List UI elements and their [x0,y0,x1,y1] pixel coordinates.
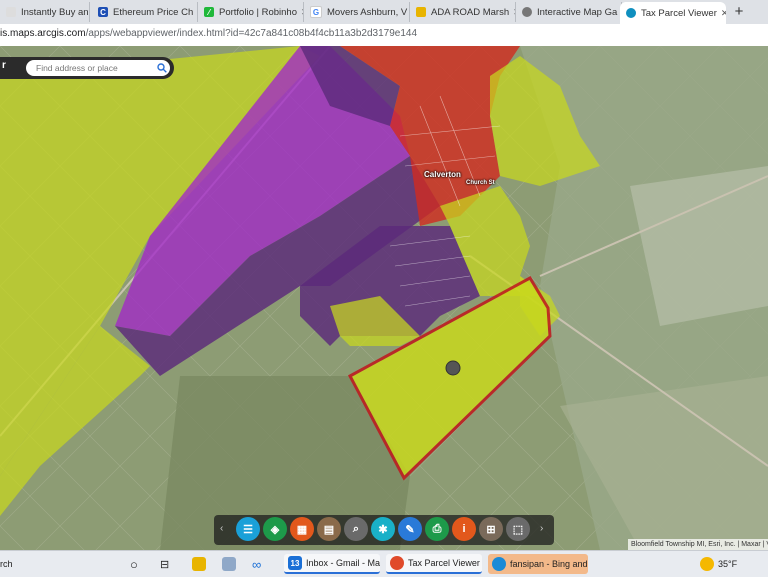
tab-label: Ethereum Price Ch [113,6,194,18]
taskbar-app-label: Tax Parcel Viewer - [408,558,482,568]
tab-instantly-buy[interactable]: Instantly Buy and S ✕ [0,2,90,22]
edge-icon [492,557,506,571]
widget-toolbar: ‹ ☰ ◈ ▦ ▤ ⌕ ✱ ✎ ⎙ i ⊞ ⬚ › [214,515,554,545]
browser-tab-bar: Instantly Buy and S ✕ C Ethereum Price C… [0,0,768,24]
search-icon[interactable] [154,60,170,76]
taskbar-app-chrome[interactable]: Tax Parcel Viewer - [386,554,482,574]
basemap-gallery-icon[interactable]: ▦ [290,517,314,541]
select-icon[interactable]: ⬚ [506,517,530,541]
arcgis-icon [626,8,636,18]
tab-label: Portfolio | Robinho [219,6,297,18]
close-icon[interactable]: ✕ [717,8,726,19]
draw-icon[interactable]: ✎ [398,517,422,541]
globe-icon [522,7,532,17]
map-canvas[interactable] [0,46,768,550]
taskbar-app-label: fansipan - Bing and... [510,559,588,569]
yellow-note-icon [416,7,426,17]
url-host: is.maps.arcgis.com [0,28,86,39]
sun-icon [700,557,714,571]
search-input[interactable]: Find address or place [26,60,170,76]
address-bar[interactable]: is.maps.arcgis.com/apps/webappviewer/ind… [0,24,768,47]
generic-site-icon [6,7,16,17]
tab-ada-road[interactable]: ADA ROAD Marsh ✕ [410,2,516,22]
filter-icon[interactable]: ✱ [371,517,395,541]
search-scope-label[interactable]: r [2,60,6,71]
tab-label: Instantly Buy and S [21,6,89,18]
mail-icon: 13 [288,556,302,570]
cortana-icon[interactable]: ○ [130,554,146,574]
chevron-right-icon[interactable]: › [540,523,543,534]
tab-tax-parcel-viewer[interactable]: Tax Parcel Viewer ✕ [620,2,726,24]
close-icon[interactable]: ✕ [509,7,515,18]
chrome-icon [390,556,404,570]
tab-robinhood[interactable]: ⁄ Portfolio | Robinho ✕ [198,2,304,22]
google-icon: G [310,6,322,18]
task-view-icon[interactable]: ⊟ [160,554,176,574]
new-tab-button[interactable]: + [730,3,748,21]
close-icon[interactable]: ✕ [297,7,303,18]
tab-label: Movers Ashburn, V [327,6,408,18]
street-label: Church St [466,180,495,186]
taskbar-app-edge[interactable]: fansipan - Bing and... [488,554,588,574]
about-info-icon[interactable]: i [452,517,476,541]
map-view[interactable]: Calverton Church St Bloomfield Township … [0,46,768,550]
tab-movers-ashburn[interactable]: G Movers Ashburn, V ✕ [304,2,410,22]
windows-taskbar: rch ○ ⊟ ∞ 13 Inbox - Gmail - Mail Tax Pa… [0,550,768,577]
map-attribution: Bloomfield Township MI, Esri, Inc. | Max… [628,539,768,550]
print-icon[interactable]: ⎙ [425,517,449,541]
tab-label: Tax Parcel Viewer [641,7,717,19]
url-text[interactable]: is.maps.arcgis.com/apps/webappviewer/ind… [0,28,417,39]
chevron-left-icon[interactable]: ‹ [220,523,223,534]
tab-label: ADA ROAD Marsh [431,6,510,18]
taskbar-search[interactable]: rch [0,554,110,574]
tab-label: Interactive Map Ga [537,6,618,18]
attribute-table-icon[interactable]: ▤ [317,517,341,541]
layers-icon[interactable]: ◈ [263,517,287,541]
tab-ethereum-price[interactable]: C Ethereum Price Ch ✕ [92,2,198,22]
url-path: /apps/webappviewer/index.html?id=42c7a84… [85,28,418,39]
tab-interactive-map[interactable]: Interactive Map Ga ✕ [516,2,622,22]
weather-temp: 35°F [718,559,738,569]
legend-list-icon[interactable]: ☰ [236,517,260,541]
location-marker[interactable] [445,360,461,376]
weather-widget[interactable]: 35°F [700,554,766,574]
coinmarket-icon: C [98,7,108,17]
taskbar-app-label: Inbox - Gmail - Mail [306,558,380,568]
measure-icon[interactable]: ⊞ [479,517,503,541]
infinity-app-icon[interactable]: ∞ [252,554,272,574]
town-label: Calverton [424,170,461,179]
robinhood-feather-icon: ⁄ [204,7,214,17]
search-placeholder: Find address or place [36,63,118,73]
taskbar-app-mail[interactable]: 13 Inbox - Gmail - Mail [284,554,380,574]
dropbox-icon[interactable] [222,554,238,574]
taskbar-search-text: rch [0,559,13,569]
query-icon[interactable]: ⌕ [344,517,368,541]
file-explorer-icon[interactable] [192,554,208,574]
map-search-widget: r Find address or place [0,57,174,79]
